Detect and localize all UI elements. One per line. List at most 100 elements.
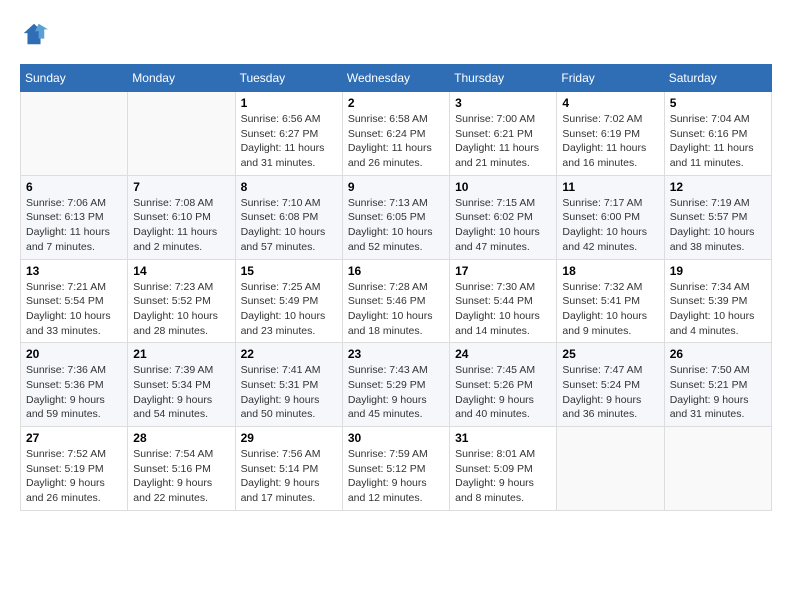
calendar-cell: 5 Sunrise: 7:04 AM Sunset: 6:16 PM Daylig…: [664, 92, 771, 176]
calendar-cell: 22Sunrise: 7:41 AM Sunset: 5:31 PM Dayli…: [235, 343, 342, 427]
day-number: 24: [455, 347, 551, 361]
day-info: Sunrise: 8:01 AM Sunset: 5:09 PM Dayligh…: [455, 447, 551, 506]
calendar-cell: 31 Sunrise: 8:01 AM Sunset: 5:09 PM Dayli…: [450, 427, 557, 511]
day-number: 21: [133, 347, 229, 361]
day-number: 6: [26, 180, 122, 194]
day-info: Sunrise: 7:06 AM Sunset: 6:13 PM Dayligh…: [26, 196, 122, 255]
day-number: 27: [26, 431, 122, 445]
calendar-cell: 13Sunrise: 7:21 AM Sunset: 5:54 PM Dayli…: [21, 259, 128, 343]
day-info: Sunrise: 7:23 AM Sunset: 5:52 PM Dayligh…: [133, 280, 229, 339]
day-number: 8: [241, 180, 337, 194]
day-info: Sunrise: 7:39 AM Sunset: 5:34 PM Dayligh…: [133, 363, 229, 422]
calendar-cell: 15Sunrise: 7:25 AM Sunset: 5:49 PM Dayli…: [235, 259, 342, 343]
day-number: 1: [241, 96, 337, 110]
calendar-cell: 16Sunrise: 7:28 AM Sunset: 5:46 PM Dayli…: [342, 259, 449, 343]
day-info: Sunrise: 7:02 AM Sunset: 6:19 PM Dayligh…: [562, 112, 658, 171]
day-info: Sunrise: 7:25 AM Sunset: 5:49 PM Dayligh…: [241, 280, 337, 339]
calendar-cell: 14 Sunrise: 7:23 AM Sunset: 5:52 PM Dayli…: [128, 259, 235, 343]
day-number: 10: [455, 180, 551, 194]
day-info: Sunrise: 7:43 AM Sunset: 5:29 PM Dayligh…: [348, 363, 444, 422]
day-info: Sunrise: 6:56 AM Sunset: 6:27 PM Dayligh…: [241, 112, 337, 171]
day-info: Sunrise: 7:15 AM Sunset: 6:02 PM Dayligh…: [455, 196, 551, 255]
day-number: 19: [670, 264, 766, 278]
day-info: Sunrise: 7:50 AM Sunset: 5:21 PM Dayligh…: [670, 363, 766, 422]
logo: [20, 20, 52, 48]
calendar-cell: 4 Sunrise: 7:02 AM Sunset: 6:19 PM Daylig…: [557, 92, 664, 176]
calendar-cell: 18Sunrise: 7:32 AM Sunset: 5:41 PM Dayli…: [557, 259, 664, 343]
calendar-header-sunday: Sunday: [21, 65, 128, 92]
day-number: 20: [26, 347, 122, 361]
calendar-cell: [557, 427, 664, 511]
day-number: 23: [348, 347, 444, 361]
calendar-cell: 20 Sunrise: 7:36 AM Sunset: 5:36 PM Dayli…: [21, 343, 128, 427]
calendar-cell: [21, 92, 128, 176]
calendar-header-friday: Friday: [557, 65, 664, 92]
day-info: Sunrise: 7:17 AM Sunset: 6:00 PM Dayligh…: [562, 196, 658, 255]
calendar-header-tuesday: Tuesday: [235, 65, 342, 92]
day-info: Sunrise: 7:54 AM Sunset: 5:16 PM Dayligh…: [133, 447, 229, 506]
calendar-cell: 6 Sunrise: 7:06 AM Sunset: 6:13 PM Daylig…: [21, 175, 128, 259]
day-info: Sunrise: 7:41 AM Sunset: 5:31 PM Dayligh…: [241, 363, 337, 422]
day-info: Sunrise: 7:04 AM Sunset: 6:16 PM Dayligh…: [670, 112, 766, 171]
day-number: 13: [26, 264, 122, 278]
day-info: Sunrise: 7:00 AM Sunset: 6:21 PM Dayligh…: [455, 112, 551, 171]
calendar-cell: 9 Sunrise: 7:13 AM Sunset: 6:05 PM Daylig…: [342, 175, 449, 259]
calendar-week-row: 6 Sunrise: 7:06 AM Sunset: 6:13 PM Daylig…: [21, 175, 772, 259]
day-info: Sunrise: 6:58 AM Sunset: 6:24 PM Dayligh…: [348, 112, 444, 171]
calendar-cell: 7 Sunrise: 7:08 AM Sunset: 6:10 PM Daylig…: [128, 175, 235, 259]
day-number: 11: [562, 180, 658, 194]
day-number: 31: [455, 431, 551, 445]
day-info: Sunrise: 7:59 AM Sunset: 5:12 PM Dayligh…: [348, 447, 444, 506]
day-number: 9: [348, 180, 444, 194]
day-number: 14: [133, 264, 229, 278]
calendar-cell: 1 Sunrise: 6:56 AM Sunset: 6:27 PM Daylig…: [235, 92, 342, 176]
calendar-week-row: 27Sunrise: 7:52 AM Sunset: 5:19 PM Dayli…: [21, 427, 772, 511]
calendar-table: SundayMondayTuesdayWednesdayThursdayFrid…: [20, 64, 772, 511]
day-number: 29: [241, 431, 337, 445]
day-number: 28: [133, 431, 229, 445]
calendar-cell: 12 Sunrise: 7:19 AM Sunset: 5:57 PM Dayli…: [664, 175, 771, 259]
day-number: 7: [133, 180, 229, 194]
day-number: 2: [348, 96, 444, 110]
day-number: 4: [562, 96, 658, 110]
calendar-cell: 19 Sunrise: 7:34 AM Sunset: 5:39 PM Dayli…: [664, 259, 771, 343]
day-info: Sunrise: 7:19 AM Sunset: 5:57 PM Dayligh…: [670, 196, 766, 255]
calendar-cell: 28 Sunrise: 7:54 AM Sunset: 5:16 PM Dayli…: [128, 427, 235, 511]
day-number: 5: [670, 96, 766, 110]
day-number: 17: [455, 264, 551, 278]
calendar-cell: 30Sunrise: 7:59 AM Sunset: 5:12 PM Dayli…: [342, 427, 449, 511]
calendar-cell: [128, 92, 235, 176]
calendar-header-row: SundayMondayTuesdayWednesdayThursdayFrid…: [21, 65, 772, 92]
day-info: Sunrise: 7:45 AM Sunset: 5:26 PM Dayligh…: [455, 363, 551, 422]
day-info: Sunrise: 7:30 AM Sunset: 5:44 PM Dayligh…: [455, 280, 551, 339]
calendar-header-monday: Monday: [128, 65, 235, 92]
calendar-cell: 8Sunrise: 7:10 AM Sunset: 6:08 PM Daylig…: [235, 175, 342, 259]
day-info: Sunrise: 7:13 AM Sunset: 6:05 PM Dayligh…: [348, 196, 444, 255]
calendar-cell: 24 Sunrise: 7:45 AM Sunset: 5:26 PM Dayli…: [450, 343, 557, 427]
calendar-cell: [664, 427, 771, 511]
day-info: Sunrise: 7:34 AM Sunset: 5:39 PM Dayligh…: [670, 280, 766, 339]
calendar-cell: 10 Sunrise: 7:15 AM Sunset: 6:02 PM Dayli…: [450, 175, 557, 259]
logo-icon: [20, 20, 48, 48]
day-number: 3: [455, 96, 551, 110]
calendar-header-saturday: Saturday: [664, 65, 771, 92]
day-info: Sunrise: 7:28 AM Sunset: 5:46 PM Dayligh…: [348, 280, 444, 339]
day-info: Sunrise: 7:56 AM Sunset: 5:14 PM Dayligh…: [241, 447, 337, 506]
calendar-week-row: 1 Sunrise: 6:56 AM Sunset: 6:27 PM Daylig…: [21, 92, 772, 176]
calendar-cell: 11 Sunrise: 7:17 AM Sunset: 6:00 PM Dayli…: [557, 175, 664, 259]
day-number: 18: [562, 264, 658, 278]
day-number: 26: [670, 347, 766, 361]
calendar-cell: 17 Sunrise: 7:30 AM Sunset: 5:44 PM Dayli…: [450, 259, 557, 343]
calendar-week-row: 20 Sunrise: 7:36 AM Sunset: 5:36 PM Dayli…: [21, 343, 772, 427]
day-info: Sunrise: 7:08 AM Sunset: 6:10 PM Dayligh…: [133, 196, 229, 255]
day-number: 12: [670, 180, 766, 194]
day-info: Sunrise: 7:36 AM Sunset: 5:36 PM Dayligh…: [26, 363, 122, 422]
day-number: 25: [562, 347, 658, 361]
calendar-cell: 23 Sunrise: 7:43 AM Sunset: 5:29 PM Dayli…: [342, 343, 449, 427]
day-info: Sunrise: 7:47 AM Sunset: 5:24 PM Dayligh…: [562, 363, 658, 422]
calendar-cell: 26 Sunrise: 7:50 AM Sunset: 5:21 PM Dayli…: [664, 343, 771, 427]
page-header: [20, 20, 772, 48]
calendar-cell: 25 Sunrise: 7:47 AM Sunset: 5:24 PM Dayli…: [557, 343, 664, 427]
calendar-cell: 21 Sunrise: 7:39 AM Sunset: 5:34 PM Dayli…: [128, 343, 235, 427]
calendar-header-thursday: Thursday: [450, 65, 557, 92]
